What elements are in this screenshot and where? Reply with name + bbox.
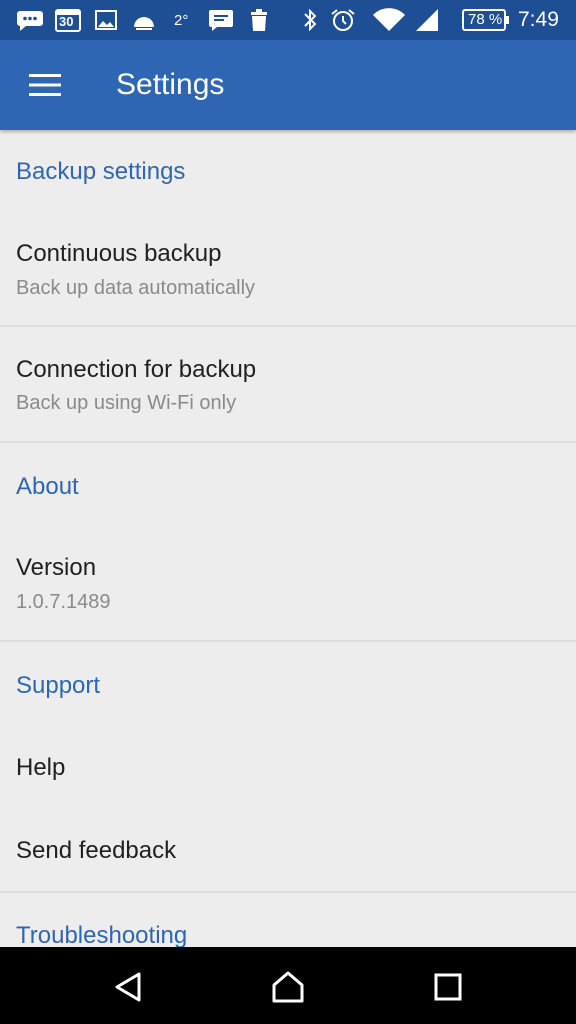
trash-icon (248, 8, 270, 32)
home-button[interactable] (268, 967, 308, 1007)
divider (0, 441, 576, 443)
weather-icon (130, 8, 158, 32)
navigation-bar (0, 947, 576, 1024)
chat-icon (208, 8, 234, 32)
divider (0, 640, 576, 642)
battery-percent: 78 % (468, 11, 503, 28)
section-header-support: Support (16, 672, 101, 699)
battery-icon: 78 % (462, 8, 510, 32)
bluetooth-icon (302, 8, 318, 32)
recents-button[interactable] (428, 967, 468, 1007)
status-bar: 30 2° 78 % 7:49 (0, 0, 576, 40)
signal-icon (414, 8, 440, 32)
home-icon (272, 971, 304, 1003)
temperature: 2° (174, 8, 188, 32)
pref-help-title: Help (16, 754, 66, 781)
pref-version-title: Version (16, 554, 97, 581)
pref-send-feedback[interactable]: Send feedback (0, 814, 576, 890)
pref-continuous-backup[interactable]: Continuous backup Back up data automatic… (0, 220, 576, 324)
pref-connection-summary: Back up using Wi-Fi only (16, 392, 237, 414)
pref-help[interactable]: Help (0, 732, 576, 804)
section-header-backup: Backup settings (16, 158, 186, 185)
pref-connection-title: Connection for backup (16, 356, 257, 383)
clock-time: 7:49 (518, 8, 559, 31)
back-icon (115, 972, 141, 1002)
alarm-icon (330, 8, 356, 32)
divider (0, 891, 576, 893)
pref-send-feedback-title: Send feedback (16, 837, 177, 864)
page-title: Settings (116, 68, 225, 101)
pref-connection-for-backup[interactable]: Connection for backup Back up using Wi-F… (0, 328, 576, 440)
divider (0, 325, 576, 327)
temperature-text: 2° (174, 11, 189, 29)
pref-version[interactable]: Version 1.0.7.1489 (0, 534, 576, 639)
pref-continuous-backup-title: Continuous backup (16, 240, 222, 267)
pref-version-summary: 1.0.7.1489 (16, 591, 111, 613)
app-bar: Settings (0, 40, 576, 130)
calendar-icon: 30 (55, 8, 81, 32)
menu-button[interactable] (22, 66, 68, 104)
menu-icon (29, 74, 61, 96)
clock: 7:49 (518, 8, 559, 32)
section-header-troubleshooting: Troubleshooting (16, 922, 188, 947)
section-header-about: About (16, 473, 79, 500)
settings-list[interactable]: Backup settings Continuous backup Back u… (0, 130, 576, 947)
messenger-icon (16, 8, 44, 32)
calendar-day: 30 (59, 14, 74, 29)
back-button[interactable] (108, 967, 148, 1007)
pref-continuous-backup-summary: Back up data automatically (16, 277, 256, 299)
recents-icon (434, 973, 462, 1001)
image-icon (95, 8, 117, 32)
wifi-icon (372, 8, 406, 32)
